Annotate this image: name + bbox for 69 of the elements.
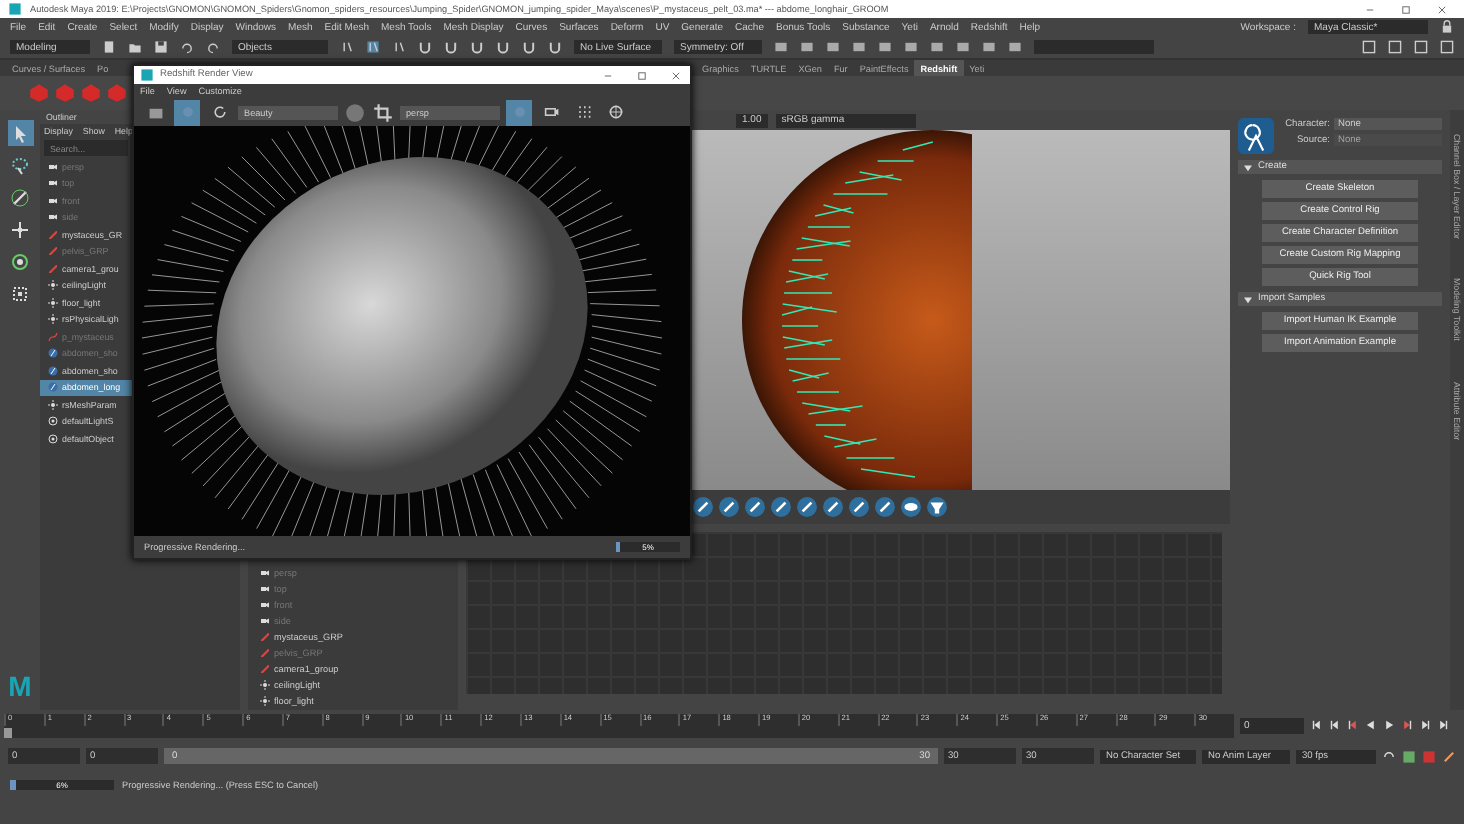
light-icon	[48, 280, 58, 291]
grid-icon	[575, 104, 591, 120]
save-icon[interactable]	[154, 40, 168, 54]
play-back-icon[interactable]	[1364, 718, 1378, 732]
playhead-marker[interactable]	[4, 727, 12, 737]
hair-node-icon	[48, 365, 58, 376]
key-back-icon[interactable]	[1346, 718, 1360, 732]
light-icon	[48, 399, 58, 410]
tool-button[interactable]	[7, 120, 33, 146]
paint-tool-icon	[10, 187, 30, 207]
lasso-tool-icon	[10, 155, 30, 175]
tool-button[interactable]	[7, 152, 33, 178]
maya-logo: M	[8, 670, 32, 702]
app-icon	[8, 2, 22, 16]
tool-button[interactable]	[7, 248, 33, 274]
lock-icon[interactable]	[1440, 20, 1454, 34]
new-file-icon[interactable]	[102, 40, 116, 54]
key-icon[interactable]	[1402, 749, 1416, 763]
camera-icon	[260, 583, 270, 593]
light-icon	[260, 695, 270, 705]
rotate-tool-icon	[10, 251, 30, 271]
selection-mode-icon[interactable]	[366, 40, 380, 54]
camera-icon	[260, 567, 270, 577]
key-forward-icon[interactable]	[1400, 718, 1414, 732]
caret-down-icon	[1244, 163, 1252, 171]
skip-start-icon[interactable]	[1310, 718, 1324, 732]
command-field[interactable]	[1034, 40, 1154, 54]
crosshair-icon	[607, 104, 623, 120]
selection-mode-icon[interactable]	[392, 40, 406, 54]
camera-icon	[260, 615, 270, 625]
circle-icon	[511, 104, 527, 120]
camera-icon	[48, 195, 58, 206]
move-tool-icon	[10, 219, 30, 239]
curve-icon	[48, 331, 58, 342]
crop-icon[interactable]	[372, 101, 394, 123]
circle-icon	[179, 104, 195, 120]
app-icon	[140, 68, 154, 82]
camera-icon	[48, 161, 58, 172]
camera-icon	[48, 212, 58, 223]
hair-node-icon	[48, 348, 58, 359]
refresh-icon	[211, 104, 227, 120]
camera-icon	[260, 599, 270, 609]
hair-node-icon	[48, 382, 58, 393]
clapper-icon	[147, 104, 163, 120]
light-icon	[260, 679, 270, 689]
scale-tool-icon	[10, 283, 30, 303]
tool-button[interactable]	[7, 216, 33, 242]
step-back-icon[interactable]	[1328, 718, 1342, 732]
play-icon[interactable]	[1382, 718, 1396, 732]
redo-icon[interactable]	[206, 40, 220, 54]
funnel-icon[interactable]	[926, 496, 948, 518]
human-figure-icon	[1238, 118, 1274, 154]
light-icon	[48, 297, 58, 308]
select-tool-icon	[10, 123, 30, 143]
light-icon	[48, 314, 58, 325]
toolbar-toggle[interactable]	[506, 99, 532, 125]
video-camera-icon	[543, 104, 559, 120]
skip-end-icon[interactable]	[1436, 718, 1450, 732]
tool-button[interactable]	[7, 184, 33, 210]
selection-mode-icon[interactable]	[340, 40, 354, 54]
eye-icon[interactable]	[900, 496, 922, 518]
caret-down-icon	[1244, 295, 1252, 303]
folder-icon[interactable]	[128, 40, 142, 54]
undo-icon[interactable]	[180, 40, 194, 54]
camera-icon	[48, 178, 58, 189]
toolbar-toggle[interactable]	[174, 99, 200, 125]
loop-icon[interactable]	[1382, 749, 1396, 763]
step-forward-icon[interactable]	[1418, 718, 1432, 732]
preferences-icon[interactable]	[1442, 749, 1456, 763]
